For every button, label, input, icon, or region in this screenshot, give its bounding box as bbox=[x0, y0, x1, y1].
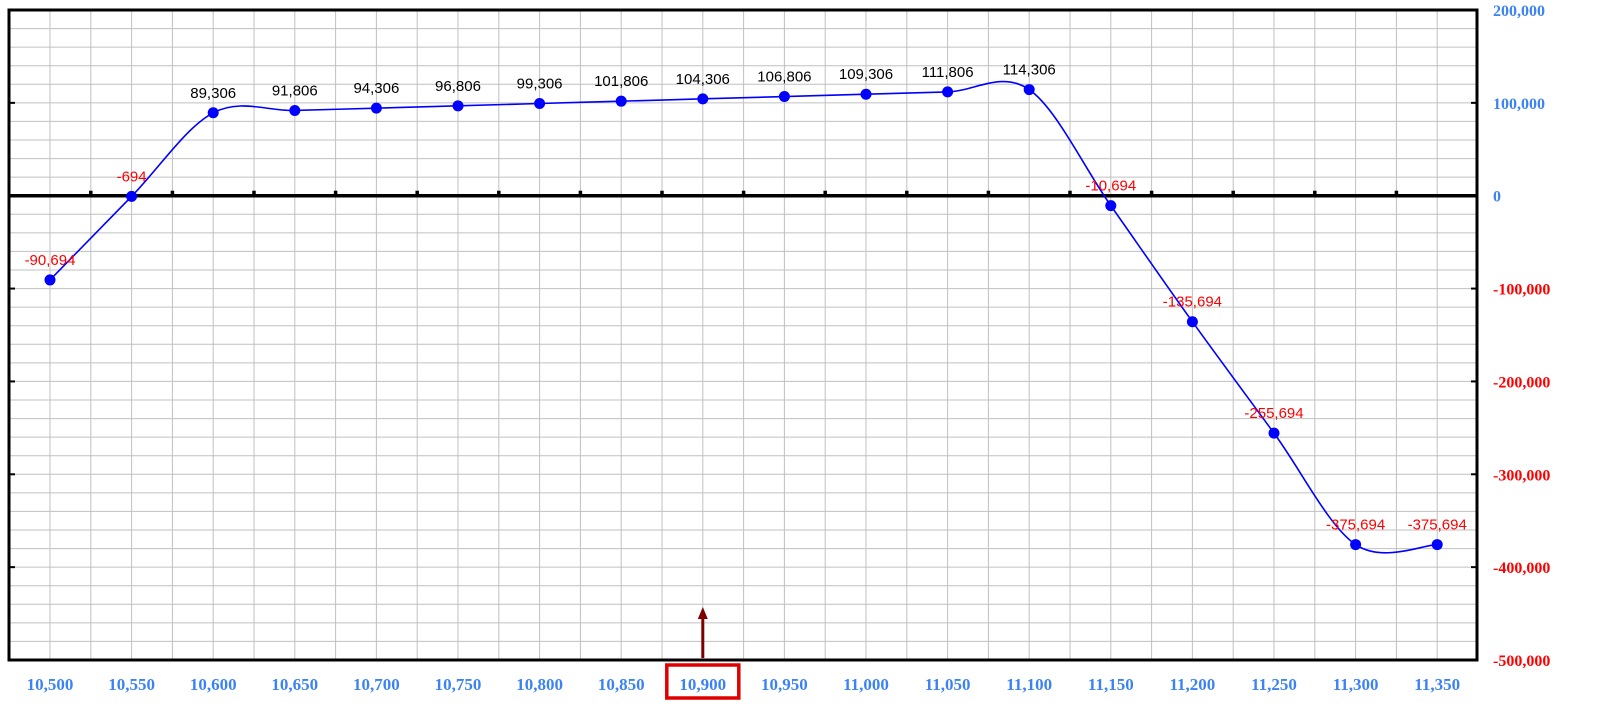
data-label: -375,694 bbox=[1326, 517, 1385, 534]
x-tick-label: 11,200 bbox=[1169, 675, 1215, 694]
x-tick-label: 11,150 bbox=[1088, 675, 1134, 694]
data-point bbox=[1186, 316, 1198, 328]
pnl-chart: -90,694 -694 89,306 91,806 94,306 96,806 99,30… bbox=[7, 3, 1550, 700]
data-point bbox=[942, 86, 954, 98]
zero-line bbox=[9, 190, 1477, 198]
data-label: -135,694 bbox=[1163, 294, 1222, 311]
y-tick-label: 0 bbox=[1493, 189, 1501, 206]
data-point bbox=[207, 107, 219, 119]
data-point bbox=[1023, 84, 1035, 96]
data-point bbox=[452, 100, 464, 112]
data-point bbox=[1350, 539, 1362, 551]
data-labels: -90,694 -694 89,306 91,806 94,306 96,806 99,30… bbox=[25, 62, 1467, 534]
data-label: -694 bbox=[117, 168, 147, 185]
x-tick-label: 10,550 bbox=[108, 675, 155, 694]
y-tick-label: -400,000 bbox=[1493, 560, 1550, 577]
x-tick-label: 11,300 bbox=[1333, 675, 1379, 694]
data-point bbox=[126, 190, 138, 202]
data-point bbox=[289, 104, 301, 116]
data-point bbox=[370, 102, 382, 114]
data-label: 99,306 bbox=[517, 76, 563, 93]
x-tick-label: 11,100 bbox=[1006, 675, 1052, 694]
x-tick-label: 10,900 bbox=[679, 675, 726, 694]
x-tick-label: 11,000 bbox=[843, 675, 889, 694]
data-label: 114,306 bbox=[1003, 62, 1056, 79]
x-tick-label: 10,750 bbox=[435, 675, 482, 694]
x-tick-label: 10,850 bbox=[598, 675, 645, 694]
data-point bbox=[1431, 539, 1443, 551]
y-axis-tick-labels: 200,000 100,000 0 -100,000 -200,000 -300,000 -… bbox=[1493, 3, 1550, 670]
data-label: -255,694 bbox=[1244, 405, 1303, 422]
data-point bbox=[697, 93, 709, 105]
y-tick-label: -100,000 bbox=[1493, 282, 1550, 299]
y-tick-label: -300,000 bbox=[1493, 467, 1550, 484]
x-tick-label: 10,800 bbox=[516, 675, 563, 694]
y-tick-label: 100,000 bbox=[1493, 96, 1545, 113]
x-tick-label: 10,950 bbox=[761, 675, 808, 694]
x-tick-label: 10,500 bbox=[27, 675, 74, 694]
data-label: -90,694 bbox=[25, 252, 76, 269]
data-point bbox=[615, 95, 627, 107]
data-point bbox=[1105, 200, 1117, 212]
marker-arrow-head bbox=[697, 607, 708, 619]
data-label: 104,306 bbox=[676, 71, 730, 88]
data-label: 94,306 bbox=[353, 80, 399, 97]
y-tick-label: 200,000 bbox=[1493, 3, 1545, 20]
y-tick-label: -500,000 bbox=[1493, 653, 1550, 670]
y-tick-label: -200,000 bbox=[1493, 374, 1550, 391]
x-tick-label: 10,650 bbox=[271, 675, 318, 694]
x-tick-label: 11,050 bbox=[925, 675, 971, 694]
data-label: 89,306 bbox=[190, 85, 236, 102]
data-point bbox=[534, 98, 546, 110]
data-point bbox=[860, 88, 872, 100]
data-point bbox=[1268, 427, 1280, 439]
data-label: 106,806 bbox=[757, 69, 811, 86]
x-tick-label: 10,600 bbox=[190, 675, 237, 694]
x-tick-label: 10,700 bbox=[353, 675, 400, 694]
data-label: 96,806 bbox=[435, 78, 481, 95]
data-label: 111,806 bbox=[922, 64, 974, 81]
data-label: 101,806 bbox=[594, 73, 648, 90]
data-point bbox=[778, 91, 790, 103]
x-axis-tick-labels: 10,500 10,550 10,600 10,650 10,700 10,750 10,8… bbox=[27, 675, 1460, 694]
data-label: 109,306 bbox=[839, 66, 893, 83]
data-label: 91,806 bbox=[272, 82, 318, 99]
x-tick-label: 11,350 bbox=[1414, 675, 1460, 694]
data-label: -10,694 bbox=[1085, 178, 1136, 195]
data-point bbox=[44, 274, 56, 286]
data-label: -375,694 bbox=[1408, 517, 1467, 534]
x-tick-label: 11,250 bbox=[1251, 675, 1297, 694]
